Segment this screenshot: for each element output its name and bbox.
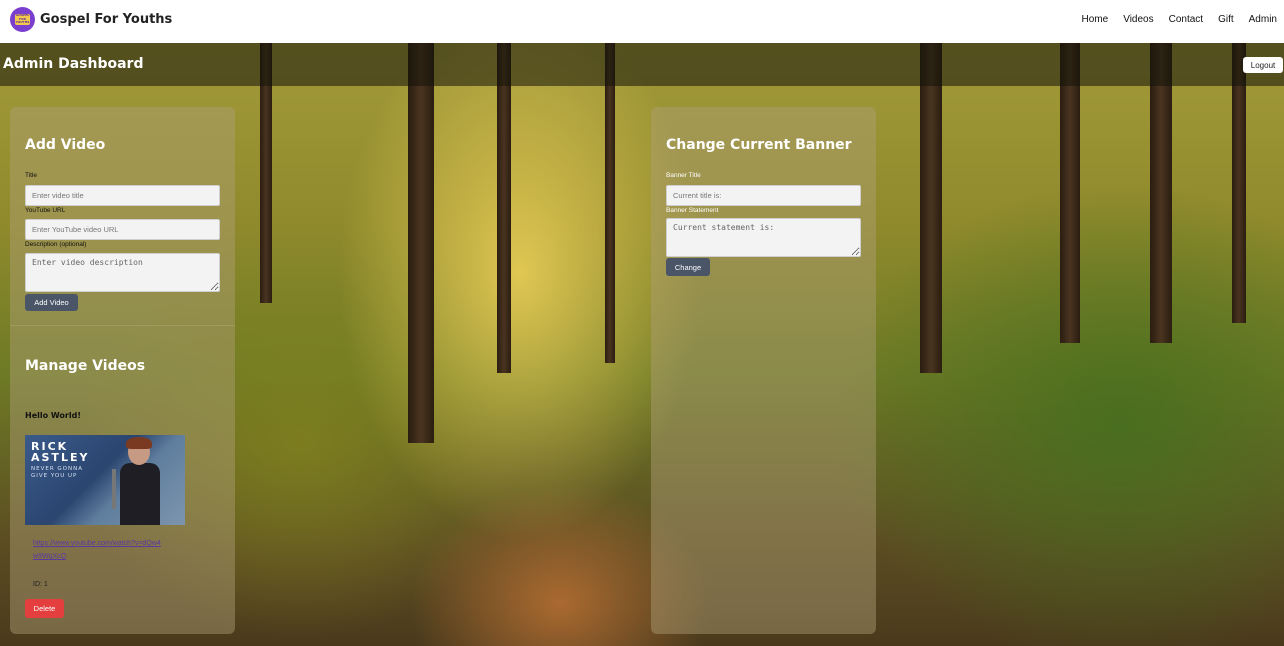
change-banner-heading: Change Current Banner xyxy=(666,137,852,153)
site-logo[interactable]: GOSPEL FOR YOUTHS xyxy=(10,7,35,32)
delete-video-button[interactable]: Delete xyxy=(25,599,64,618)
video-admin-panel: Add Video Title YouTube URL Description … xyxy=(10,107,235,634)
title-label: Title xyxy=(25,172,38,179)
nav-link-contact[interactable]: Contact xyxy=(1169,14,1203,25)
video-thumbnail[interactable]: RICK ASTLEY NEVER GONNA GIVE YOU UP xyxy=(25,435,185,525)
video-id: ID: 1 xyxy=(33,581,48,588)
add-video-heading: Add Video xyxy=(25,137,106,153)
site-brand-name[interactable]: Gospel For Youths xyxy=(40,12,172,27)
banner-admin-panel: Change Current Banner Banner Title Banne… xyxy=(651,107,876,634)
nav-links: Home Videos Contact Gift Admin xyxy=(1082,14,1277,25)
video-title-input[interactable] xyxy=(25,185,220,206)
manage-videos-heading: Manage Videos xyxy=(25,358,146,374)
youtube-url-input[interactable] xyxy=(25,219,220,240)
youtube-url-label: YouTube URL xyxy=(25,207,66,214)
top-navbar: GOSPEL FOR YOUTHS Gospel For Youths Home… xyxy=(0,0,1284,43)
nav-link-home[interactable]: Home xyxy=(1082,14,1109,25)
description-label: Description (optional) xyxy=(25,241,87,248)
change-banner-button[interactable]: Change xyxy=(666,258,710,276)
banner-statement-label: Banner Statement xyxy=(666,207,719,214)
nav-link-admin[interactable]: Admin xyxy=(1249,14,1277,25)
banner-title-label: Banner Title xyxy=(666,172,701,179)
video-description-textarea[interactable] xyxy=(25,253,220,292)
page-title: Admin Dashboard xyxy=(3,56,144,72)
thumbnail-singer-image xyxy=(112,437,160,525)
thumbnail-artist-line2: ASTLEY xyxy=(31,451,90,464)
nav-link-gift[interactable]: Gift xyxy=(1218,14,1234,25)
banner-statement-textarea[interactable] xyxy=(666,218,861,257)
dashboard-header: Admin Dashboard Logout xyxy=(0,43,1284,86)
banner-title-input[interactable] xyxy=(666,185,861,206)
nav-link-videos[interactable]: Videos xyxy=(1123,14,1153,25)
section-divider xyxy=(10,325,235,326)
logo-badge: GOSPEL FOR YOUTHS xyxy=(15,14,30,25)
video-url-link[interactable]: https://www.youtube.com/watch?v=dQw4w9Wg… xyxy=(33,537,163,563)
logout-button[interactable]: Logout xyxy=(1243,57,1283,73)
video-title: Hello World! xyxy=(25,411,81,420)
thumbnail-song-title: NEVER GONNA GIVE YOU UP xyxy=(31,466,83,479)
add-video-button[interactable]: Add Video xyxy=(25,294,78,311)
